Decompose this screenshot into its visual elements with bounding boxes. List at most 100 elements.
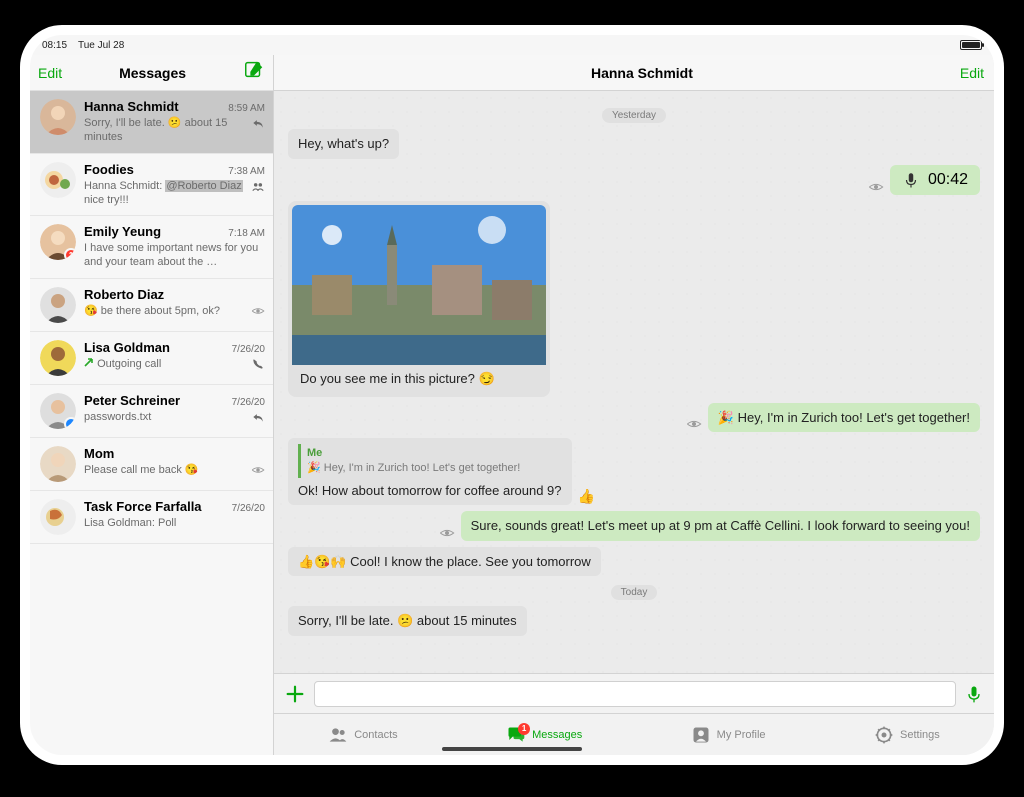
message-row[interactable]: 🎉 Hey, I'm in Zurich too! Let's get toge… xyxy=(288,403,980,433)
quote-text: 🎉 Hey, I'm in Zurich too! Let's get toge… xyxy=(307,461,556,476)
status-left: 08:15 Tue Jul 28 xyxy=(42,40,124,51)
tab-label: Messages xyxy=(532,729,582,741)
status-bar: 08:15 Tue Jul 28 xyxy=(30,35,994,55)
unread-badge: 1 xyxy=(64,248,76,260)
conversation-item[interactable]: Mom Please call me back 😘 xyxy=(30,438,273,491)
message-bubble: Sure, sounds great! Let's meet up at 9 p… xyxy=(461,511,980,541)
conversation-item[interactable]: 1 Emily Yeung 7:18 AM I have some import… xyxy=(30,216,273,279)
message-row[interactable]: Hey, what's up? xyxy=(288,129,980,159)
tab-label: Contacts xyxy=(354,729,397,741)
avatar xyxy=(40,446,76,482)
attach-button[interactable] xyxy=(284,683,306,705)
voice-duration: 00:42 xyxy=(928,171,968,189)
phone-icon xyxy=(251,357,265,371)
tab-label: Settings xyxy=(900,729,940,741)
message-bubble: 👍😘🙌 Cool! I know the place. See you tomo… xyxy=(288,547,601,577)
message-row[interactable]: Sorry, I'll be late. 😕 about 15 minutes xyxy=(288,606,980,636)
conversation-time: 7:38 AM xyxy=(228,166,265,177)
quoted-message[interactable]: Me 🎉 Hey, I'm in Zurich too! Let's get t… xyxy=(298,444,562,478)
status-time: 08:15 xyxy=(42,40,67,51)
avatar xyxy=(40,393,76,429)
avatar xyxy=(40,162,76,198)
tab-badge: 1 xyxy=(518,723,530,735)
status-date: Tue Jul 28 xyxy=(78,40,124,51)
tab-messages[interactable]: 1 Messages xyxy=(506,725,582,745)
chat-edit-button[interactable]: Edit xyxy=(960,65,984,81)
avatar: 1 xyxy=(40,224,76,260)
chat-messages[interactable]: Yesterday Hey, what's up? 00:42 xyxy=(274,91,994,673)
voice-message[interactable]: 00:42 xyxy=(890,165,980,195)
conversation-item[interactable]: Foodies 7:38 AM Hanna Schmidt: @Roberto … xyxy=(30,154,273,217)
conversation-preview: Hanna Schmidt: @Roberto Diaz nice try!!! xyxy=(84,179,247,208)
message-row[interactable]: Do you see me in this picture? 😏 xyxy=(288,201,980,397)
conversation-preview: passwords.txt xyxy=(84,410,247,424)
compose-icon xyxy=(243,59,265,81)
eye-icon xyxy=(439,525,455,541)
device-frame: 08:15 Tue Jul 28 Edit Messages xyxy=(30,35,994,755)
message-row[interactable]: 👍😘🙌 Cool! I know the place. See you tomo… xyxy=(288,547,980,577)
conversation-name: Lisa Goldman xyxy=(84,340,170,355)
conversation-preview: Lisa Goldman: Poll xyxy=(84,516,265,530)
status-badge-icon xyxy=(64,417,76,429)
eye-icon xyxy=(686,416,702,432)
conversation-name: Mom xyxy=(84,446,114,461)
conversation-time: 7/26/20 xyxy=(232,397,265,408)
tab-settings[interactable]: Settings xyxy=(874,725,940,745)
sidebar: Edit Messages Hanna xyxy=(30,55,274,755)
reply-icon xyxy=(251,410,265,424)
profile-icon xyxy=(691,725,711,745)
eye-icon xyxy=(868,179,884,195)
sidebar-title: Messages xyxy=(62,65,243,81)
eye-icon xyxy=(251,463,265,477)
quote-author: Me xyxy=(307,446,556,461)
conversation-time: 7/26/20 xyxy=(232,503,265,514)
conversation-item[interactable]: Roberto Diaz 😘 be there about 5pm, ok? xyxy=(30,279,273,332)
reply-icon xyxy=(251,116,265,130)
settings-icon xyxy=(874,725,894,745)
conversation-item[interactable]: Peter Schreiner 7/26/20 passwords.txt xyxy=(30,385,273,438)
avatar xyxy=(40,99,76,135)
battery-icon xyxy=(960,40,982,50)
message-row[interactable]: Me 🎉 Hey, I'm in Zurich too! Let's get t… xyxy=(288,438,980,505)
chat-pane: Hanna Schmidt Edit Yesterday Hey, what's… xyxy=(274,55,994,755)
conversation-name: Roberto Diaz xyxy=(84,287,164,302)
chat-header: Hanna Schmidt Edit xyxy=(274,55,994,91)
conversation-item[interactable]: Hanna Schmidt 8:59 AM Sorry, I'll be lat… xyxy=(30,91,273,154)
composer xyxy=(274,673,994,713)
conversation-preview: Please call me back 😘 xyxy=(84,463,247,477)
image-caption: Do you see me in this picture? 😏 xyxy=(292,365,546,393)
avatar xyxy=(40,340,76,376)
conversation-item[interactable]: Lisa Goldman 7/26/20 Outgoing call xyxy=(30,332,273,385)
tab-label: My Profile xyxy=(717,729,766,741)
group-icon xyxy=(251,179,265,193)
message-input[interactable] xyxy=(314,681,956,707)
image-message[interactable]: Do you see me in this picture? 😏 xyxy=(288,201,550,397)
conversation-time: 7:18 AM xyxy=(228,228,265,239)
thumbs-up-icon[interactable]: 👍 xyxy=(578,488,595,505)
conversation-preview: I have some important news for you and y… xyxy=(84,241,265,270)
message-row[interactable]: Sure, sounds great! Let's meet up at 9 p… xyxy=(288,511,980,541)
tab-profile[interactable]: My Profile xyxy=(691,725,766,745)
app: Edit Messages Hanna xyxy=(30,55,994,755)
sidebar-edit-button[interactable]: Edit xyxy=(38,65,62,81)
microphone-icon xyxy=(902,171,920,189)
date-divider: Yesterday xyxy=(288,105,980,123)
home-indicator[interactable] xyxy=(442,747,582,751)
conversation-preview: Sorry, I'll be late. 😕 about 15 minutes xyxy=(84,116,247,145)
outgoing-arrow-icon xyxy=(84,357,94,367)
conversation-time: 8:59 AM xyxy=(228,103,265,114)
message-row[interactable]: 00:42 xyxy=(288,165,980,195)
conversation-time: 7/26/20 xyxy=(232,344,265,355)
conversation-item[interactable]: Task Force Farfalla 7/26/20 Lisa Goldman… xyxy=(30,491,273,544)
compose-button[interactable] xyxy=(243,59,265,86)
avatar xyxy=(40,499,76,535)
conversation-name: Hanna Schmidt xyxy=(84,99,179,114)
conversation-list[interactable]: Hanna Schmidt 8:59 AM Sorry, I'll be lat… xyxy=(30,91,273,755)
sidebar-header: Edit Messages xyxy=(30,55,273,91)
message-bubble: Me 🎉 Hey, I'm in Zurich too! Let's get t… xyxy=(288,438,572,505)
date-divider: Today xyxy=(288,582,980,600)
record-button[interactable] xyxy=(964,684,984,704)
eye-icon xyxy=(251,304,265,318)
tab-contacts[interactable]: Contacts xyxy=(328,725,397,745)
chat-title[interactable]: Hanna Schmidt xyxy=(324,65,960,81)
